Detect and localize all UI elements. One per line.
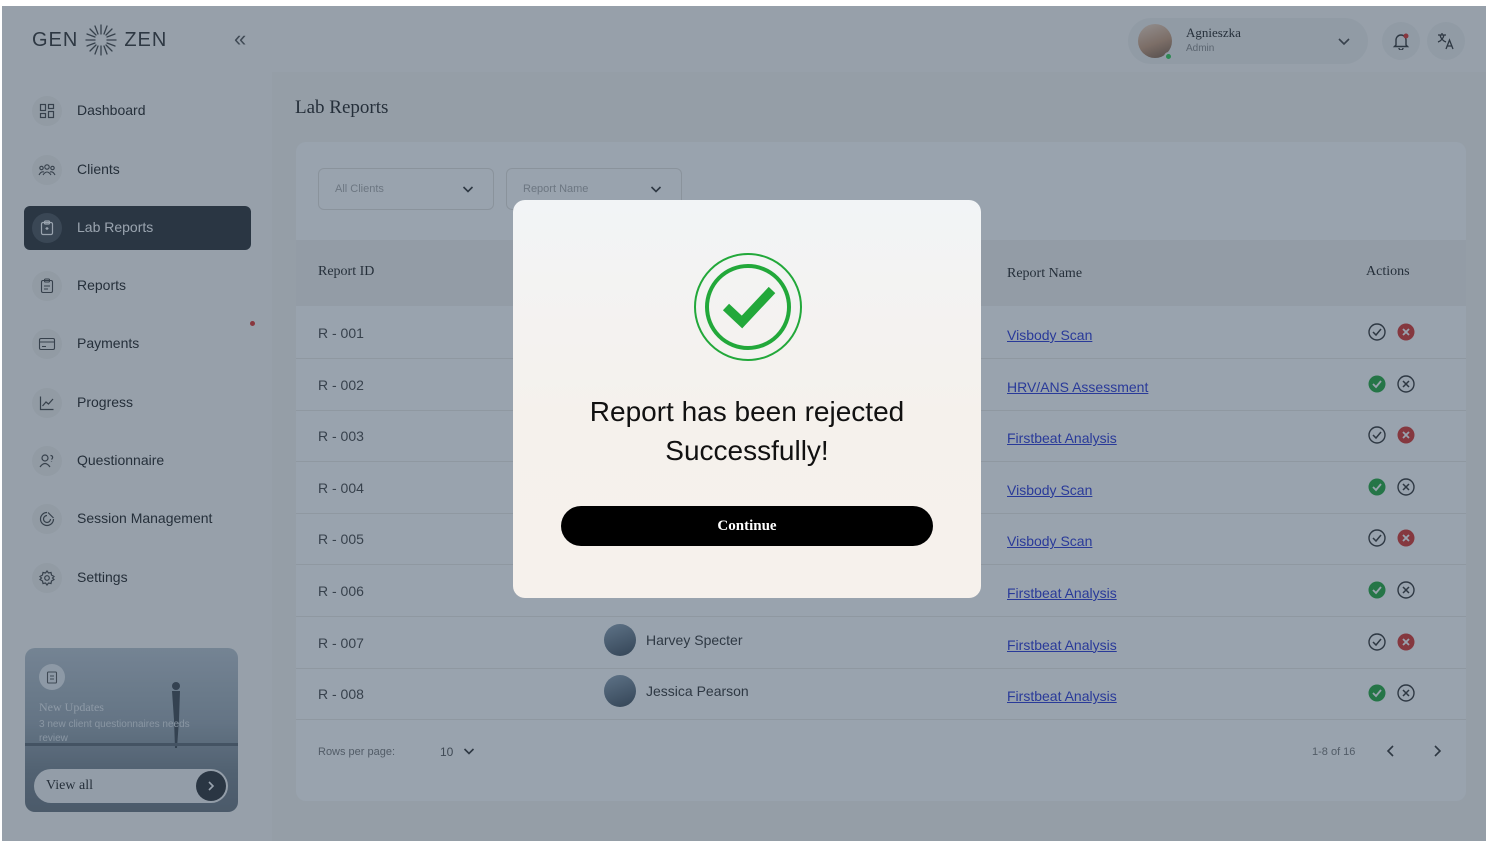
dialog-message: Report has been rejected Successfully!: [513, 392, 981, 470]
dialog-message-line-1: Report has been rejected: [589, 396, 905, 427]
continue-button[interactable]: Continue: [561, 506, 933, 546]
check-circle-icon: [694, 253, 802, 361]
success-dialog: Report has been rejected Successfully! C…: [513, 200, 981, 598]
dialog-message-line-2: Successfully!: [665, 435, 829, 466]
